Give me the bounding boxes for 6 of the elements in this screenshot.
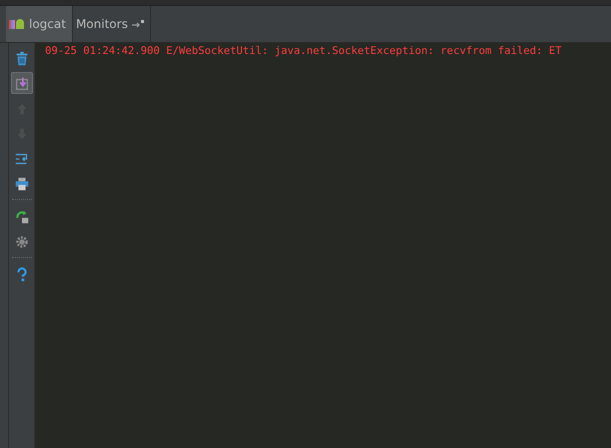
scroll-end-icon[interactable] <box>10 72 32 94</box>
tab[interactable]: Monitors <box>76 17 128 31</box>
android-icon <box>9 18 25 30</box>
pin-icon[interactable] <box>132 19 144 29</box>
tab[interactable]: logcat <box>6 6 73 42</box>
log-line: 09-25 01:24:42.900 E/WebSocketUtil: java.net.SocketException: recvfrom failed: ET <box>45 45 563 57</box>
